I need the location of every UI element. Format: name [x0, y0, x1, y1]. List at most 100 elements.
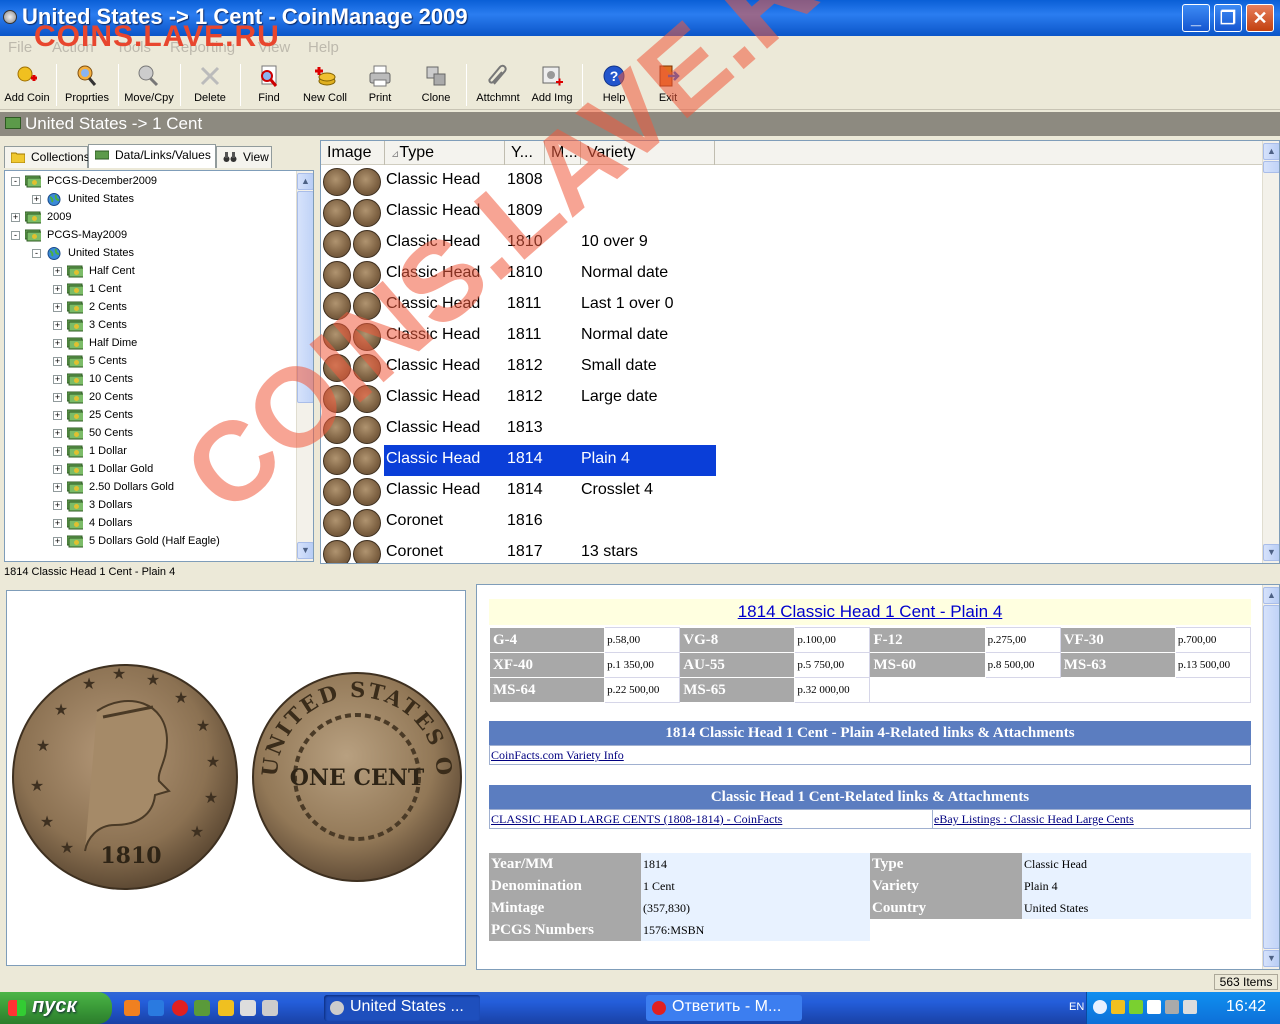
- expand-icon[interactable]: +: [53, 267, 62, 276]
- calculator-icon[interactable]: [240, 1000, 256, 1016]
- expand-icon[interactable]: +: [32, 195, 41, 204]
- expand-icon[interactable]: +: [53, 447, 62, 456]
- scroll-down-button[interactable]: ▼: [1263, 950, 1279, 967]
- expand-icon[interactable]: +: [53, 285, 62, 294]
- table-row[interactable]: Classic Head 1809: [321, 197, 1263, 228]
- expand-icon[interactable]: +: [53, 303, 62, 312]
- tray-volume-icon[interactable]: [1165, 1000, 1179, 1014]
- tab-view[interactable]: View: [216, 146, 272, 168]
- expand-icon[interactable]: +: [53, 411, 62, 420]
- expand-icon[interactable]: +: [53, 357, 62, 366]
- add-coin-button[interactable]: Add Coin: [2, 64, 52, 108]
- tray-arrow-icon[interactable]: [1093, 1000, 1107, 1014]
- expand-icon[interactable]: +: [53, 519, 62, 528]
- quicklaunch-app2-icon[interactable]: [262, 1000, 278, 1016]
- exit-button[interactable]: Exit: [650, 64, 686, 108]
- opera-icon[interactable]: [172, 1000, 188, 1016]
- table-row[interactable]: Classic Head 1811 Normal date: [321, 321, 1263, 352]
- taskbar-item-opera[interactable]: Ответить - М...: [646, 995, 802, 1021]
- close-button[interactable]: ✕: [1246, 4, 1274, 32]
- menu-help[interactable]: Help: [308, 39, 339, 56]
- coin-thumbnail[interactable]: [323, 168, 383, 196]
- tray-network-icon[interactable]: [1147, 1000, 1161, 1014]
- scroll-up-button[interactable]: ▲: [297, 173, 313, 190]
- coin-thumbnail[interactable]: [323, 261, 383, 289]
- column-image[interactable]: Image: [321, 141, 385, 165]
- tab-collections[interactable]: Collections: [4, 146, 90, 168]
- table-row[interactable]: Coronet 1817 13 stars: [321, 538, 1263, 563]
- expand-icon[interactable]: +: [53, 375, 62, 384]
- column-variety[interactable]: Variety: [581, 141, 715, 165]
- coin-thumbnail[interactable]: [323, 540, 383, 563]
- tray-device-icon[interactable]: [1183, 1000, 1197, 1014]
- table-row[interactable]: Classic Head 1813: [321, 414, 1263, 445]
- column-type[interactable]: ⊿Type: [385, 141, 505, 165]
- tray-app-icon[interactable]: [1111, 1000, 1125, 1014]
- coin-thumbnail[interactable]: [323, 323, 383, 351]
- table-row[interactable]: Classic Head 1812 Large date: [321, 383, 1263, 414]
- coin-thumbnail[interactable]: [323, 416, 383, 444]
- info-title-link[interactable]: 1814 Classic Head 1 Cent - Plain 4: [738, 602, 1003, 621]
- tree-scrollbar[interactable]: ▲ ▼: [296, 171, 313, 561]
- coin-thumbnail[interactable]: [323, 292, 383, 320]
- new-collection-button[interactable]: New Coll: [298, 64, 352, 108]
- coin-thumbnail[interactable]: [323, 230, 383, 258]
- scroll-thumb[interactable]: [1263, 161, 1279, 173]
- table-row[interactable]: Classic Head 1812 Small date: [321, 352, 1263, 383]
- table-row[interactable]: Classic Head 1810 Normal date: [321, 259, 1263, 290]
- coin-thumbnail[interactable]: [323, 199, 383, 227]
- table-row[interactable]: Classic Head 1808: [321, 166, 1263, 197]
- properties-button[interactable]: Proprties: [60, 64, 114, 108]
- expand-icon[interactable]: +: [53, 429, 62, 438]
- collection-tree[interactable]: - PCGS-December2009 + United States +2009- PC…: [4, 170, 314, 562]
- table-row-selected[interactable]: Classic Head 1814 Plain 4: [321, 445, 1263, 476]
- find-button[interactable]: Find: [246, 64, 292, 108]
- language-indicator[interactable]: EN: [1069, 1001, 1084, 1013]
- expand-icon[interactable]: +: [53, 537, 62, 546]
- scroll-down-button[interactable]: ▼: [1263, 544, 1279, 561]
- delete-button[interactable]: Delete: [186, 64, 234, 108]
- scroll-down-button[interactable]: ▼: [297, 542, 313, 559]
- start-button[interactable]: пуск: [0, 992, 112, 1024]
- tray-shield-icon[interactable]: [1129, 1000, 1143, 1014]
- star-icon[interactable]: [218, 1000, 234, 1016]
- expand-icon[interactable]: +: [53, 483, 62, 492]
- coin-grid[interactable]: Image ⊿Type Y... M... Variety Classic He…: [320, 140, 1280, 564]
- menu-file[interactable]: File: [8, 39, 32, 56]
- quicklaunch-app-icon[interactable]: [194, 1000, 210, 1016]
- expand-icon[interactable]: +: [11, 213, 20, 222]
- coin-thumbnail[interactable]: [323, 385, 383, 413]
- coinfacts-type-link[interactable]: CLASSIC HEAD LARGE CENTS (1808-1814) - C…: [491, 812, 782, 827]
- table-row[interactable]: Classic Head 1811 Last 1 over 0: [321, 290, 1263, 321]
- collapse-icon[interactable]: -: [11, 177, 20, 186]
- firefox-icon[interactable]: [124, 1000, 140, 1016]
- minimize-button[interactable]: _: [1182, 4, 1210, 32]
- ebay-listings-link[interactable]: eBay Listings : Classic Head Large Cents: [934, 812, 1134, 827]
- coinfacts-variety-link[interactable]: CoinFacts.com Variety Info: [491, 748, 624, 763]
- scroll-up-button[interactable]: ▲: [1263, 143, 1279, 160]
- ie-icon[interactable]: [148, 1000, 164, 1016]
- app-icon[interactable]: [3, 10, 17, 24]
- scroll-thumb[interactable]: [1263, 605, 1279, 949]
- clone-button[interactable]: Clone: [414, 64, 458, 108]
- expand-icon[interactable]: +: [53, 339, 62, 348]
- add-image-button[interactable]: Add Img: [530, 64, 574, 108]
- scroll-thumb[interactable]: [297, 191, 313, 403]
- scroll-up-button[interactable]: ▲: [1263, 587, 1279, 604]
- move-copy-button[interactable]: Move/Cpy: [122, 64, 176, 108]
- table-row[interactable]: Coronet 1816: [321, 507, 1263, 538]
- taskbar-item-coinmanage[interactable]: United States ...: [324, 995, 480, 1021]
- table-row[interactable]: Classic Head 1814 Crosslet 4: [321, 476, 1263, 507]
- column-year[interactable]: Y...: [505, 141, 545, 165]
- coin-thumbnail[interactable]: [323, 447, 383, 475]
- info-scrollbar[interactable]: ▲ ▼: [1262, 585, 1279, 969]
- expand-icon[interactable]: +: [53, 321, 62, 330]
- column-mint[interactable]: M...: [545, 141, 581, 165]
- collapse-icon[interactable]: -: [11, 231, 20, 240]
- maximize-button[interactable]: ❐: [1214, 4, 1242, 32]
- expand-icon[interactable]: +: [53, 465, 62, 474]
- tab-data-links-values[interactable]: Data/Links/Values: [88, 144, 216, 168]
- coin-thumbnail[interactable]: [323, 509, 383, 537]
- print-button[interactable]: Print: [360, 64, 400, 108]
- collapse-icon[interactable]: -: [32, 249, 41, 258]
